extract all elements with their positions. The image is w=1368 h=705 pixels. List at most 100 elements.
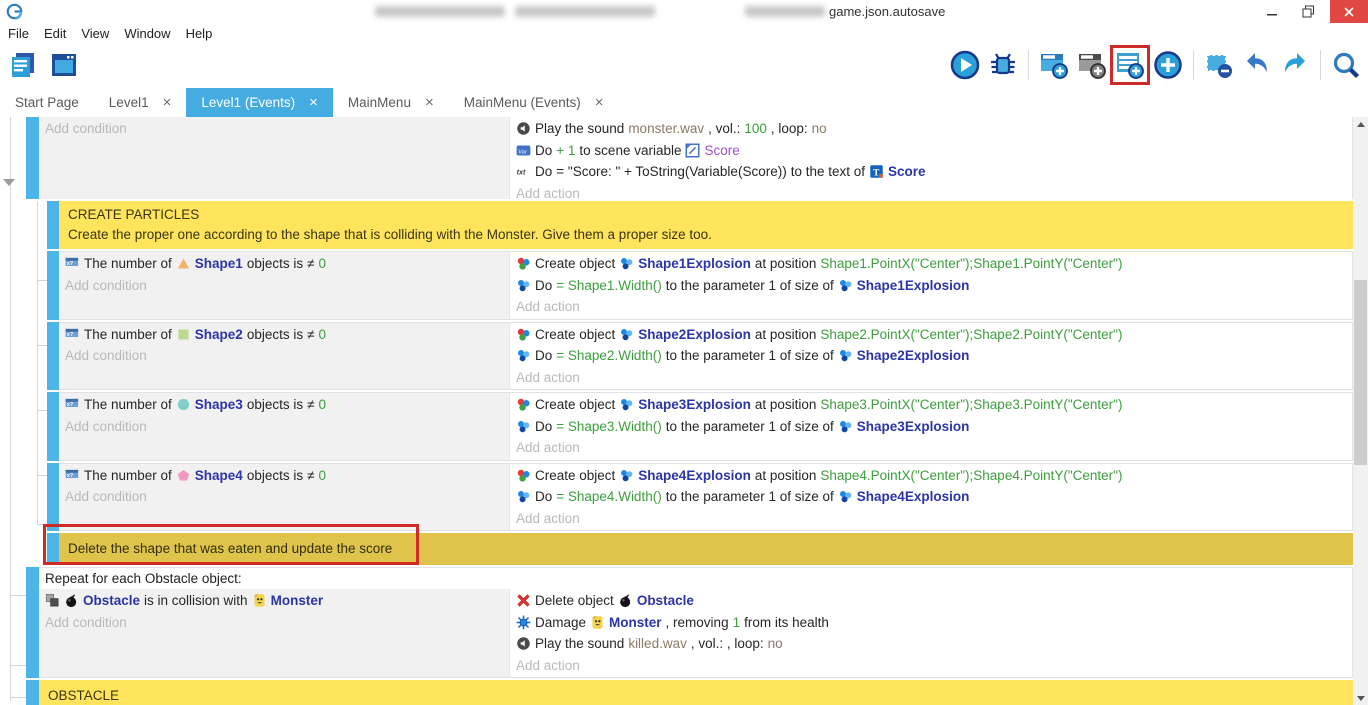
event-drag-bar[interactable]: [26, 117, 39, 199]
text-segment: Shape3Explosion: [857, 419, 970, 434]
text-segment: Do: [535, 164, 552, 179]
add-condition-button[interactable]: Add condition: [39, 118, 509, 140]
action-line[interactable]: Do = Shape1.Width() to the parameter 1 o…: [510, 275, 1352, 297]
tab-close-icon[interactable]: ×: [163, 95, 172, 110]
condition-line[interactable]: x?The number of Shape2 objects is ≠ 0: [59, 324, 509, 346]
text-segment: objects is: [247, 397, 303, 412]
add-scene-icon[interactable]: [1038, 49, 1070, 81]
add-icon[interactable]: [1152, 49, 1184, 81]
condition-line[interactable]: x?The number of Shape3 objects is ≠ 0: [59, 394, 509, 416]
comment-block: CREATE PARTICLESCreate the proper one ac…: [47, 201, 1353, 249]
action-line[interactable]: Create object Shape1Explosion at positio…: [510, 253, 1352, 275]
undo-icon[interactable]: [1241, 49, 1273, 81]
add-condition-button[interactable]: Add condition: [39, 612, 509, 634]
event-drag-bar[interactable]: [26, 680, 39, 705]
tab-close-icon[interactable]: ×: [425, 95, 434, 110]
action-line[interactable]: Create object Shape4Explosion at positio…: [510, 465, 1352, 487]
action-line[interactable]: Do = Shape3.Width() to the parameter 1 o…: [510, 416, 1352, 438]
title-bar: game.json.autosave: [0, 0, 1368, 24]
comment-line: Create the proper one according to the s…: [68, 225, 1353, 245]
events-sheet: Add conditionPlay the sound monster.wav,…: [0, 117, 1368, 705]
add-external-events-icon[interactable]: [1114, 49, 1146, 81]
event-drag-bar[interactable]: [47, 251, 59, 320]
project-manager-icon[interactable]: [8, 49, 40, 81]
tab-mainmenu[interactable]: MainMenu×: [333, 88, 449, 117]
placeholder-label: Add condition: [65, 489, 147, 504]
add-action-button[interactable]: Add action: [510, 655, 1352, 677]
comment-text[interactable]: OBSTACLE: [39, 680, 1353, 705]
scrollbar-thumb[interactable]: [1354, 280, 1367, 465]
tab-close-icon[interactable]: ×: [309, 95, 318, 110]
event-drag-bar[interactable]: [47, 322, 59, 391]
placeholder-label: Add action: [516, 186, 580, 199]
text-segment: Shape2.PointX("Center");Shape2.PointY("C…: [820, 327, 1122, 342]
add-condition-button[interactable]: Add condition: [59, 416, 509, 438]
text-segment: Do: [535, 143, 552, 158]
search-icon[interactable]: [1330, 49, 1362, 81]
add-action-button[interactable]: Add action: [510, 296, 1352, 318]
maximize-button[interactable]: [1292, 0, 1324, 23]
debug-icon[interactable]: [987, 49, 1019, 81]
tab-level1[interactable]: Level1×: [94, 88, 187, 117]
condition-line[interactable]: x?The number of Shape4 objects is ≠ 0: [59, 465, 509, 487]
action-line[interactable]: VarDo + 1 to scene variable Score: [510, 140, 1352, 162]
add-action-button[interactable]: Add action: [510, 437, 1352, 459]
event-drag-bar[interactable]: [26, 567, 39, 678]
action-line[interactable]: Damage Monster, removing 1 from its heal…: [510, 612, 1352, 634]
foreach-header[interactable]: Repeat for each Obstacle object:: [39, 568, 1352, 589]
event-drag-bar[interactable]: [47, 201, 59, 249]
remove-selection-icon[interactable]: [1203, 49, 1235, 81]
menu-window[interactable]: Window: [124, 26, 179, 41]
tab-label: Start Page: [15, 95, 79, 110]
text-segment: Shape4: [195, 468, 243, 483]
vertical-scrollbar[interactable]: [1353, 117, 1368, 705]
action-line[interactable]: Create object Shape2Explosion at positio…: [510, 324, 1352, 346]
action-line[interactable]: Play the sound killed.wav, vol.: , loop:…: [510, 633, 1352, 655]
action-line[interactable]: txtDo = "Score: " + ToString(Variable(Sc…: [510, 161, 1352, 183]
action-line[interactable]: Delete object Obstacle: [510, 590, 1352, 612]
add-action-button[interactable]: Add action: [510, 508, 1352, 530]
comment-text[interactable]: Delete the shape that was eaten and upda…: [59, 533, 1353, 565]
tab-start-page[interactable]: Start Page: [0, 88, 94, 117]
menu-file[interactable]: File: [8, 26, 38, 41]
event-drag-bar[interactable]: [47, 392, 59, 461]
add-external-layout-icon[interactable]: [1076, 49, 1108, 81]
add-condition-button[interactable]: Add condition: [59, 275, 509, 297]
text-segment: to the parameter 1 of size of: [666, 489, 834, 504]
scroll-up-icon[interactable]: [1353, 117, 1368, 131]
event-drag-bar[interactable]: [47, 533, 59, 565]
toolbar-right-group: [949, 49, 1362, 81]
text-segment: Shape1.PointX("Center");Shape1.PointY("C…: [820, 256, 1122, 271]
actions-cell: Create object Shape3Explosion at positio…: [510, 393, 1352, 460]
toolbar-divider: [1028, 50, 1029, 80]
add-action-button[interactable]: Add action: [510, 183, 1352, 200]
add-condition-button[interactable]: Add condition: [59, 486, 509, 508]
variable-icon: Var: [516, 143, 531, 158]
close-button[interactable]: [1330, 0, 1368, 23]
menu-help[interactable]: Help: [186, 26, 222, 41]
action-line[interactable]: Play the sound monster.wav, vol.: 100, l…: [510, 118, 1352, 140]
redo-icon[interactable]: [1279, 49, 1311, 81]
scroll-down-icon[interactable]: [1353, 691, 1368, 705]
tab-level1-events-[interactable]: Level1 (Events)×: [186, 88, 333, 117]
add-action-button[interactable]: Add action: [510, 367, 1352, 389]
menu-edit[interactable]: Edit: [44, 26, 75, 41]
toolbar: [0, 44, 1368, 88]
tab-mainmenu-events-[interactable]: MainMenu (Events)×: [449, 88, 619, 117]
tab-close-icon[interactable]: ×: [595, 95, 604, 110]
condition-line[interactable]: Obstacle is in collision with Monster: [39, 590, 509, 612]
text-segment: objects is: [247, 256, 303, 271]
condition-line[interactable]: x?The number of Shape1 objects is ≠ 0: [59, 253, 509, 275]
add-condition-button[interactable]: Add condition: [59, 345, 509, 367]
minimize-button[interactable]: [1256, 0, 1288, 23]
text-segment: to the parameter 1 of size of: [666, 278, 834, 293]
text-segment: is in collision with: [144, 593, 248, 608]
event-drag-bar[interactable]: [47, 463, 59, 532]
action-line[interactable]: Do = Shape4.Width() to the parameter 1 o…: [510, 486, 1352, 508]
start-page-icon[interactable]: [48, 49, 80, 81]
play-icon[interactable]: [949, 49, 981, 81]
action-line[interactable]: Create object Shape3Explosion at positio…: [510, 394, 1352, 416]
action-line[interactable]: Do = Shape2.Width() to the parameter 1 o…: [510, 345, 1352, 367]
comment-text[interactable]: CREATE PARTICLESCreate the proper one ac…: [59, 201, 1353, 249]
menu-view[interactable]: View: [81, 26, 118, 41]
